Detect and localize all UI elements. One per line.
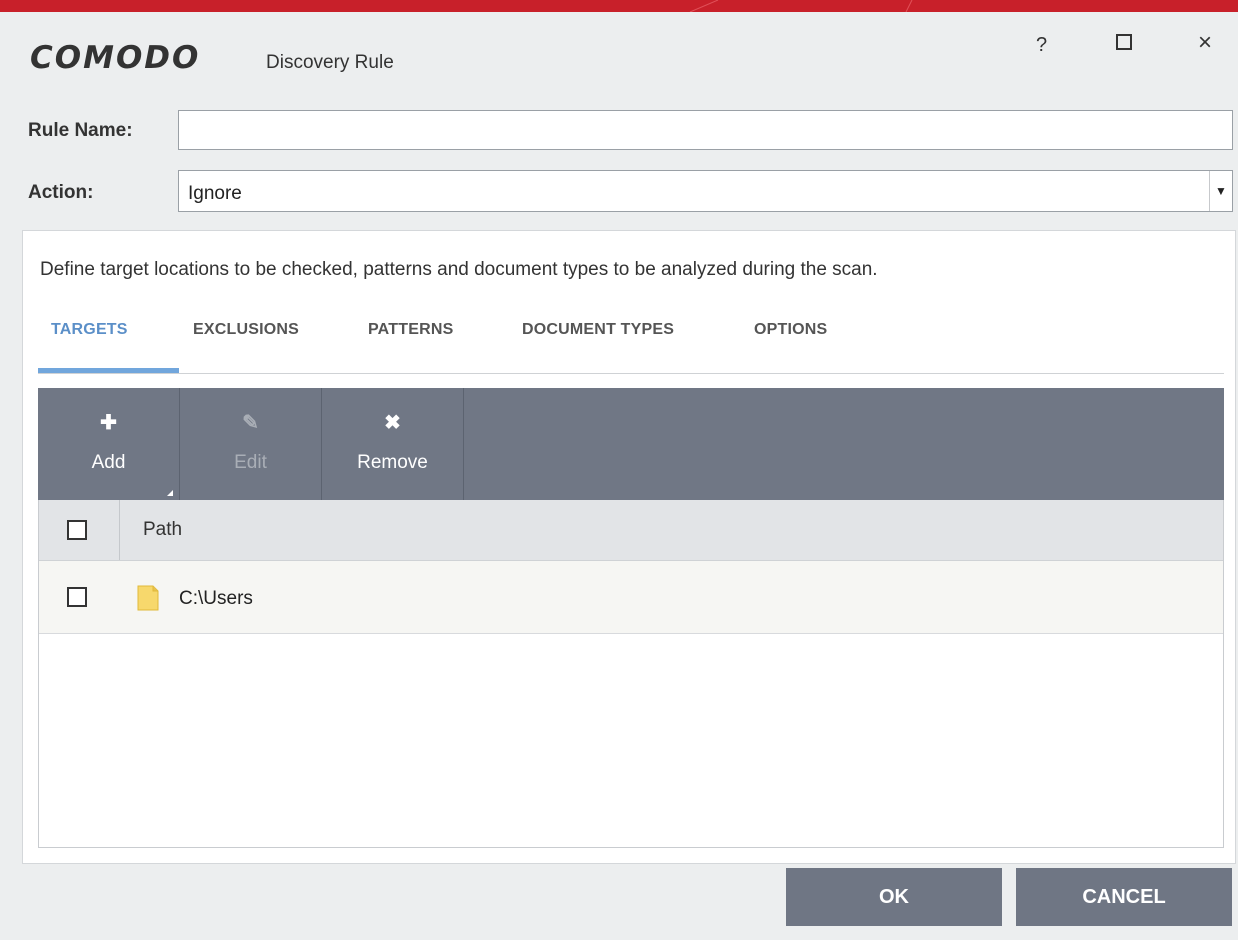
close-button[interactable]: × <box>1198 29 1212 57</box>
help-button[interactable]: ? <box>1036 34 1047 57</box>
row-checkbox[interactable] <box>67 587 87 607</box>
rule-name-label: Rule Name: <box>28 120 133 141</box>
column-header-path[interactable]: Path <box>143 519 182 541</box>
chevron-down-icon[interactable]: ▼ <box>1209 171 1232 211</box>
column-divider <box>119 500 120 560</box>
action-select[interactable]: Ignore ▼ <box>178 170 1233 212</box>
panel-description: Define target locations to be checked, p… <box>40 259 878 280</box>
add-button-label: Add <box>91 452 126 473</box>
row-path-text: C:\Users <box>179 588 253 609</box>
plus-icon: ✚ <box>100 412 117 434</box>
cancel-button[interactable]: CANCEL <box>1016 868 1232 926</box>
x-icon: ✖ <box>384 412 401 434</box>
tab-document-types[interactable]: DOCUMENT TYPES <box>522 321 674 339</box>
targets-table: Path C:\Users <box>38 500 1224 848</box>
remove-button[interactable]: ✖ Remove <box>322 388 464 500</box>
dialog-title: Discovery Rule <box>266 52 394 73</box>
rule-settings-panel: Define target locations to be checked, p… <box>22 230 1236 864</box>
targets-toolbar: ✚ Add ✎ Edit ✖ Remove <box>38 388 1224 500</box>
maximize-button[interactable] <box>1116 34 1132 50</box>
edit-button[interactable]: ✎ Edit <box>180 388 322 500</box>
tab-bar: TARGETS EXCLUSIONS PATTERNS DOCUMENT TYP… <box>38 313 1224 374</box>
comodo-logo: COMODO <box>30 40 201 76</box>
title-accent-bar <box>0 0 1238 12</box>
folder-icon <box>137 585 159 611</box>
tab-patterns[interactable]: PATTERNS <box>368 321 453 339</box>
action-select-value: Ignore <box>188 183 242 204</box>
dropdown-caret-icon <box>167 490 173 496</box>
rule-name-input[interactable] <box>178 110 1233 150</box>
discovery-rule-dialog: COMODO Discovery Rule ? × Rule Name: Act… <box>0 12 1238 940</box>
tab-targets[interactable]: TARGETS <box>51 321 128 339</box>
remove-button-label: Remove <box>357 452 428 473</box>
select-all-checkbox[interactable] <box>67 520 87 540</box>
table-header: Path <box>39 500 1223 561</box>
add-button[interactable]: ✚ Add <box>38 388 180 500</box>
accent-decoration <box>689 0 913 12</box>
active-tab-indicator <box>38 368 179 373</box>
table-row[interactable]: C:\Users <box>39 561 1223 634</box>
ok-button[interactable]: OK <box>786 868 1002 926</box>
pencil-icon: ✎ <box>242 412 259 434</box>
edit-button-label: Edit <box>234 452 267 473</box>
tab-exclusions[interactable]: EXCLUSIONS <box>193 321 299 339</box>
action-label: Action: <box>28 182 94 203</box>
tab-options[interactable]: OPTIONS <box>754 321 827 339</box>
